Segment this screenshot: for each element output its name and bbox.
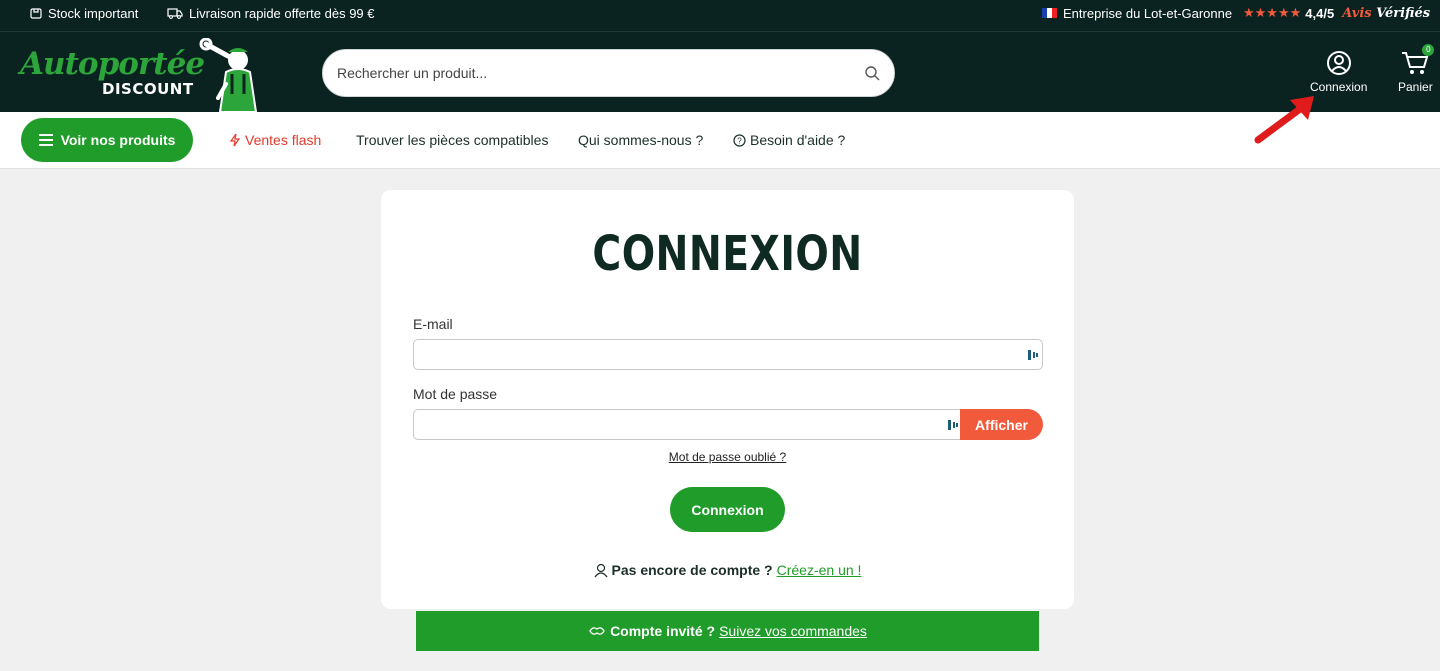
truck-icon (167, 8, 183, 19)
guest-account-text: Compte invité ? (610, 623, 716, 639)
star-rating-icon: ★★★★★ (1243, 5, 1302, 20)
top-info-bar: Stock important Livraison rapide offerte… (0, 0, 1440, 32)
lightning-icon (229, 133, 241, 147)
reviews-rating[interactable]: ★★★★★ 4,4/5 Avis Vérifiés (1243, 0, 1430, 26)
track-orders-link[interactable]: Suivez vos commandes (719, 623, 867, 639)
delivery-info: Livraison rapide offerte dès 99 € (167, 0, 375, 26)
signup-prompt: Pas encore de compte ? Créez-en un ! (381, 562, 1074, 578)
products-menu-button[interactable]: Voir nos produits (21, 118, 193, 162)
page-title: CONNEXION (592, 226, 863, 282)
nav-flash-sales[interactable]: Ventes flash (229, 132, 321, 148)
products-menu-label: Voir nos produits (60, 132, 176, 148)
nav-about[interactable]: Qui sommes-nous ? (578, 132, 703, 148)
help-circle-icon: ? (733, 133, 746, 147)
french-flag-icon (1042, 8, 1057, 18)
main-header: Autoportée DISCOUNT Connexion 0 Panier (0, 32, 1440, 113)
login-card: CONNEXION E-mail Mot de passe Afficher M… (381, 190, 1074, 609)
create-account-link[interactable]: Créez-en un ! (777, 562, 862, 578)
password-manager-icon[interactable] (1028, 348, 1038, 362)
svg-text:?: ? (737, 136, 742, 145)
handshake-icon (589, 627, 605, 635)
user-circle-icon (1326, 51, 1351, 75)
stock-label: Stock important (48, 5, 139, 21)
stock-info: Stock important (30, 0, 138, 26)
mascot-icon (199, 38, 258, 113)
cart-button[interactable]: 0 Panier (1398, 44, 1435, 94)
forgot-password-link[interactable]: Mot de passe oublié ? (381, 450, 1074, 464)
guest-account-bar: Compte invité ? Suivez vos commandes (416, 611, 1039, 651)
search-input[interactable] (337, 65, 864, 81)
account-button[interactable]: Connexion (1310, 50, 1367, 94)
nav-help[interactable]: ? Besoin d'aide ? (733, 132, 845, 148)
red-arrow-annotation (1254, 96, 1314, 144)
password-field[interactable] (413, 409, 963, 440)
cart-label: Panier (1398, 80, 1433, 94)
password-label: Mot de passe (413, 386, 498, 402)
delivery-label: Livraison rapide offerte dès 99 € (189, 5, 375, 21)
site-logo[interactable]: Autoportée DISCOUNT (20, 38, 270, 113)
email-label: E-mail (413, 316, 453, 332)
show-password-button[interactable]: Afficher (960, 409, 1043, 440)
email-field[interactable] (413, 339, 1043, 370)
company-label: Entreprise du Lot-et-Garonne (1063, 5, 1233, 21)
user-icon (594, 563, 608, 577)
rating-value: 4,4/5 (1305, 5, 1335, 21)
main-navigation: Voir nos produits Ventes flash Trouver l… (0, 112, 1440, 169)
reviews-logo: Avis Vérifiés (1342, 5, 1431, 21)
cart-count-badge: 0 (1422, 44, 1435, 56)
company-info: Entreprise du Lot-et-Garonne (1042, 0, 1232, 26)
password-manager-icon[interactable] (948, 418, 958, 432)
search-bar[interactable] (322, 49, 895, 97)
login-submit-button[interactable]: Connexion (670, 487, 785, 532)
nav-compatible-parts[interactable]: Trouver les pièces compatibles (356, 132, 548, 148)
logo-text-sub: DISCOUNT (102, 80, 194, 98)
search-icon[interactable] (864, 65, 880, 81)
menu-icon (38, 134, 53, 146)
no-account-text: Pas encore de compte ? (611, 562, 773, 578)
logo-text-main: Autoportée (20, 46, 205, 82)
box-icon (30, 8, 42, 19)
